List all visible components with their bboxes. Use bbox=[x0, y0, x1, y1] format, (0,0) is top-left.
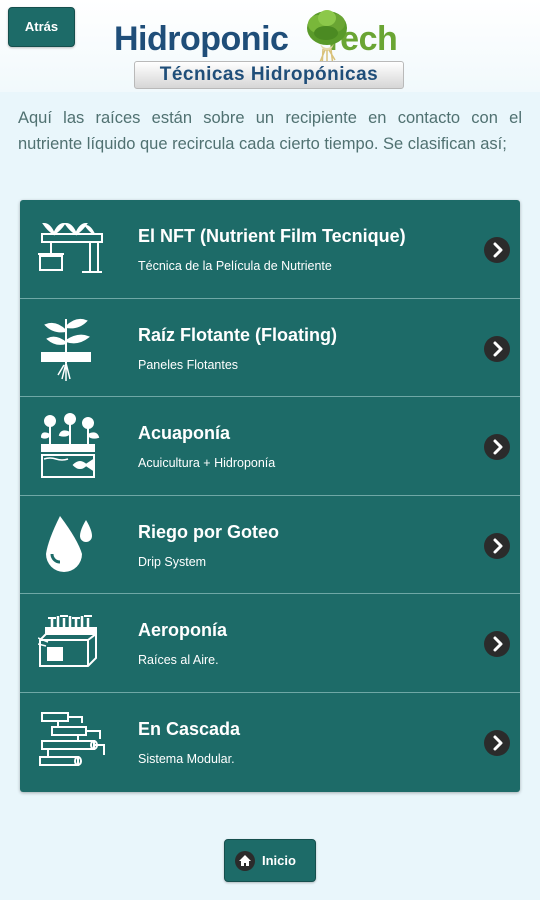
app-header: Atrás Hidroponic Tech Técnicas Hidropónic… bbox=[0, 0, 540, 92]
home-button[interactable]: Inicio bbox=[224, 839, 316, 882]
technique-title: Acuaponía bbox=[138, 423, 231, 444]
technique-subtitle: Raíces al Aire. bbox=[138, 653, 219, 668]
chevron-right-icon bbox=[484, 237, 510, 263]
chevron-right-icon bbox=[484, 729, 510, 756]
technique-subtitle: Acuicultura + Hidroponía bbox=[138, 456, 276, 471]
cascade-pipes-icon bbox=[39, 711, 105, 766]
floating-raft-icon bbox=[41, 318, 91, 381]
technique-title: Raíz Flotante (Floating) bbox=[138, 324, 337, 345]
logo-title: Hidroponic Tech bbox=[114, 20, 398, 59]
techniques-list: El NFT (Nutrient Film Tecnique) Técnica … bbox=[20, 200, 520, 792]
technique-subtitle: Técnica de la Película de Nutriente bbox=[138, 259, 332, 273]
home-icon bbox=[235, 851, 255, 871]
technique-item-nft[interactable]: El NFT (Nutrient Film Tecnique) Técnica … bbox=[20, 200, 520, 299]
back-button[interactable]: Atrás bbox=[8, 7, 75, 47]
technique-subtitle: Drip System bbox=[138, 554, 207, 569]
technique-title: El NFT (Nutrient Film Tecnique) bbox=[138, 226, 406, 246]
home-button-label: Inicio bbox=[262, 853, 296, 868]
technique-subtitle: Paneles Flotantes bbox=[138, 357, 239, 372]
chevron-right-icon bbox=[484, 631, 510, 658]
technique-item-aquaponics[interactable]: Acuaponía Acuicultura + Hidroponía bbox=[20, 397, 520, 496]
chevron-right-icon bbox=[484, 434, 510, 461]
technique-title: Aeroponía bbox=[138, 620, 228, 641]
app-logo: Hidroponic Tech Técnicas Hidropónicas bbox=[110, 6, 435, 90]
intro-text: Aquí las raíces están sobre un recipient… bbox=[18, 109, 522, 153]
technique-title: Riego por Goteo bbox=[138, 521, 279, 542]
chevron-right-icon bbox=[484, 532, 510, 559]
nft-icon bbox=[38, 222, 103, 273]
technique-subtitle: Sistema Modular. bbox=[138, 751, 235, 766]
logo-subtitle: Técnicas Hidropónicas bbox=[134, 61, 404, 89]
technique-title: En Cascada bbox=[138, 718, 241, 739]
technique-item-floating[interactable]: Raíz Flotante (Floating) Paneles Flotant… bbox=[20, 299, 520, 398]
chevron-right-icon bbox=[484, 335, 510, 362]
technique-item-drip[interactable]: Riego por Goteo Drip System bbox=[20, 496, 520, 595]
logo-word-1: Hidroponic bbox=[114, 20, 289, 58]
water-drops-icon bbox=[46, 515, 92, 572]
aquaponics-icon bbox=[40, 413, 100, 479]
technique-item-aeroponics[interactable]: Aeroponía Raíces al Aire. bbox=[20, 594, 520, 693]
technique-item-cascade[interactable]: En Cascada Sistema Modular. bbox=[20, 693, 520, 792]
aeroponics-icon bbox=[38, 615, 97, 668]
